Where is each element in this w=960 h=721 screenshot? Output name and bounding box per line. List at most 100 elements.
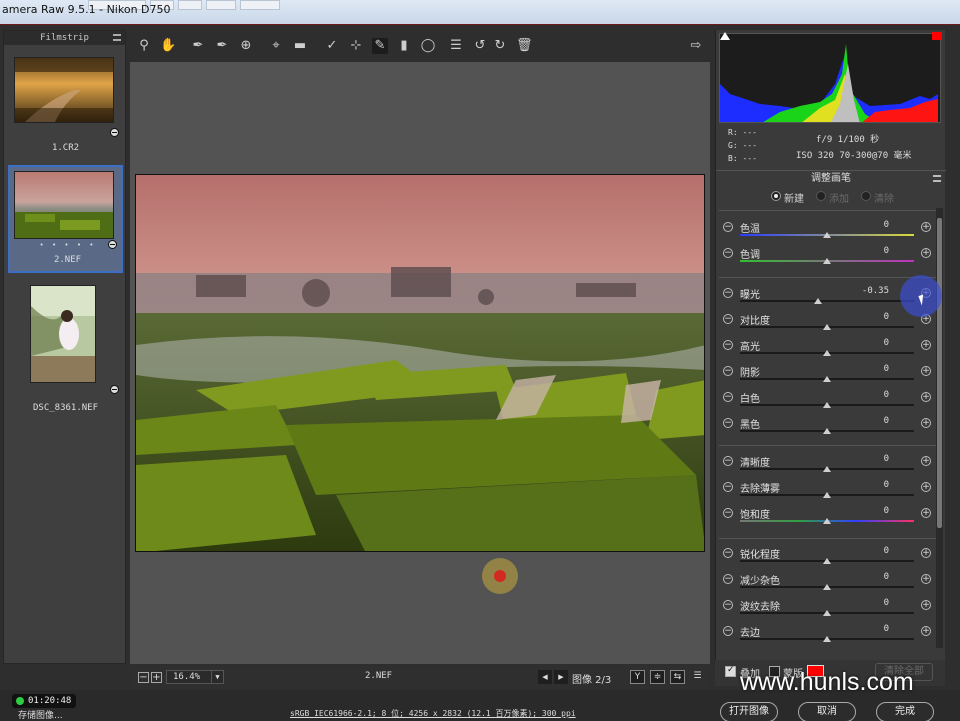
graduated-filter-tool-icon[interactable]: ▮ <box>396 38 412 54</box>
rotate-right-icon[interactable]: ↻ <box>492 38 508 54</box>
zoom-tool-icon[interactable]: ⚲ <box>136 38 152 54</box>
decrease-icon[interactable]: − <box>723 392 733 402</box>
decrease-icon[interactable]: − <box>723 418 733 428</box>
filmstrip-item[interactable]: DSC_8361.NEF <box>8 283 123 419</box>
decrease-icon[interactable]: − <box>723 366 733 376</box>
hand-tool-icon[interactable]: ✋ <box>160 38 176 54</box>
rotate-left-icon[interactable]: ↺ <box>472 38 488 54</box>
mode-new[interactable]: 新建 <box>771 190 804 205</box>
mode-erase[interactable]: 清除 <box>861 190 894 205</box>
adjustment-brush-tool-icon[interactable]: ✎ <box>372 38 388 54</box>
decrease-icon[interactable]: − <box>723 222 733 232</box>
increase-icon[interactable]: + <box>921 508 931 518</box>
decrease-icon[interactable]: − <box>723 288 733 298</box>
increase-icon[interactable]: + <box>921 418 931 428</box>
slider-value[interactable]: -0.35 <box>849 286 889 296</box>
slider-thumb[interactable] <box>823 610 831 616</box>
shadow-clipping-icon[interactable] <box>720 32 730 40</box>
mode-add[interactable]: 添加 <box>816 190 849 205</box>
preview-image[interactable] <box>135 174 705 552</box>
increase-icon[interactable]: + <box>921 574 931 584</box>
slider-value[interactable]: 0 <box>849 390 889 400</box>
slider-value[interactable]: 0 <box>849 480 889 490</box>
decrease-icon[interactable]: − <box>723 314 733 324</box>
slider-thumb[interactable] <box>823 492 831 498</box>
zoom-in-icon[interactable]: + <box>151 672 162 683</box>
trash-icon[interactable]: 🗑 <box>516 38 533 54</box>
slider-track[interactable] <box>740 300 914 302</box>
decrease-icon[interactable]: − <box>723 574 733 584</box>
slider-value[interactable]: 0 <box>849 572 889 582</box>
decrease-icon[interactable]: − <box>723 248 733 258</box>
white-balance-tool-icon[interactable]: ✒ <box>190 38 206 54</box>
fullscreen-icon[interactable]: ⇨ <box>688 38 704 54</box>
filmstrip-menu-icon[interactable] <box>113 34 121 41</box>
decrease-icon[interactable]: − <box>723 626 733 636</box>
done-button[interactable]: 完成 <box>876 702 934 721</box>
slider-value[interactable]: 0 <box>849 598 889 608</box>
increase-icon[interactable]: + <box>921 392 931 402</box>
slider-thumb[interactable] <box>823 402 831 408</box>
decrease-icon[interactable]: − <box>723 508 733 518</box>
increase-icon[interactable]: + <box>921 366 931 376</box>
radial-filter-tool-icon[interactable]: ◯ <box>420 38 436 54</box>
slider-thumb[interactable] <box>823 376 831 382</box>
increase-icon[interactable]: + <box>921 548 931 558</box>
save-image-button[interactable]: 存储图像... <box>18 708 63 721</box>
slider-thumb[interactable] <box>823 466 831 472</box>
filmstrip-item-selected[interactable]: • • • • • 2.NEF <box>8 165 123 273</box>
spot-removal-tool-icon[interactable]: ✓ <box>324 38 340 54</box>
slider-thumb[interactable] <box>823 324 831 330</box>
slider-value[interactable]: 0 <box>849 312 889 322</box>
color-sampler-tool-icon[interactable]: ✒ <box>214 38 230 54</box>
slider-thumb[interactable] <box>823 518 831 524</box>
slider-thumb[interactable] <box>823 350 831 356</box>
slider-thumb[interactable] <box>823 232 831 238</box>
increase-icon[interactable]: + <box>921 600 931 610</box>
increase-icon[interactable]: + <box>921 456 931 466</box>
zoom-level-select[interactable]: 16.4% ▼ <box>166 670 224 684</box>
workflow-options-link[interactable]: sRGB IEC61966-2.1; 8 位; 4256 x 2832 (12.… <box>290 708 576 719</box>
targeted-adjustment-tool-icon[interactable]: ⊕ <box>238 38 254 54</box>
highlight-clipping-icon[interactable] <box>932 32 942 40</box>
slider-value[interactable]: 0 <box>849 624 889 634</box>
red-eye-tool-icon[interactable]: ⊹ <box>348 38 364 54</box>
slider-value[interactable]: 0 <box>849 546 889 556</box>
overlay-checkbox[interactable] <box>725 665 736 677</box>
decrease-icon[interactable]: − <box>723 548 733 558</box>
straighten-tool-icon[interactable]: ▬ <box>292 38 308 54</box>
increase-icon[interactable]: + <box>921 626 931 636</box>
crop-tool-icon[interactable]: ⌖ <box>268 38 284 54</box>
increase-icon[interactable]: + <box>921 248 931 258</box>
open-image-button[interactable]: 打开图像 <box>720 702 778 721</box>
slider-thumb[interactable] <box>823 558 831 564</box>
next-image-icon[interactable]: ▶ <box>554 670 568 684</box>
zoom-out-icon[interactable]: − <box>138 672 149 683</box>
slider-value[interactable]: 0 <box>849 338 889 348</box>
copy-settings-button[interactable]: ⇆ <box>670 670 685 684</box>
filmstrip-item[interactable]: 1.CR2 <box>8 53 123 161</box>
increase-icon[interactable]: + <box>921 340 931 350</box>
slider-value[interactable]: 0 <box>849 246 889 256</box>
slider-value[interactable]: 0 <box>849 506 889 516</box>
decrease-icon[interactable]: − <box>723 600 733 610</box>
cancel-button[interactable]: 取消 <box>798 702 856 721</box>
before-after-swap-button[interactable]: ≑ <box>650 670 665 684</box>
increase-icon[interactable]: + <box>921 482 931 492</box>
panel-menu-icon[interactable] <box>933 175 941 182</box>
slider-thumb[interactable] <box>823 636 831 642</box>
decrease-icon[interactable]: − <box>723 482 733 492</box>
slider-value[interactable]: 0 <box>849 454 889 464</box>
slider-thumb[interactable] <box>814 298 823 304</box>
slider-value[interactable]: 0 <box>849 220 889 230</box>
slider-value[interactable]: 0 <box>849 416 889 426</box>
slider-value[interactable]: 0 <box>849 364 889 374</box>
previous-image-icon[interactable]: ◀ <box>538 670 552 684</box>
preferences-icon[interactable]: ☰ <box>448 38 464 54</box>
slider-thumb[interactable] <box>823 258 831 264</box>
panel-scrollbar[interactable] <box>936 208 943 648</box>
slider-thumb[interactable] <box>823 584 831 590</box>
slider-thumb[interactable] <box>823 428 831 434</box>
decrease-icon[interactable]: − <box>723 456 733 466</box>
before-after-y-button[interactable]: Y <box>630 670 645 684</box>
